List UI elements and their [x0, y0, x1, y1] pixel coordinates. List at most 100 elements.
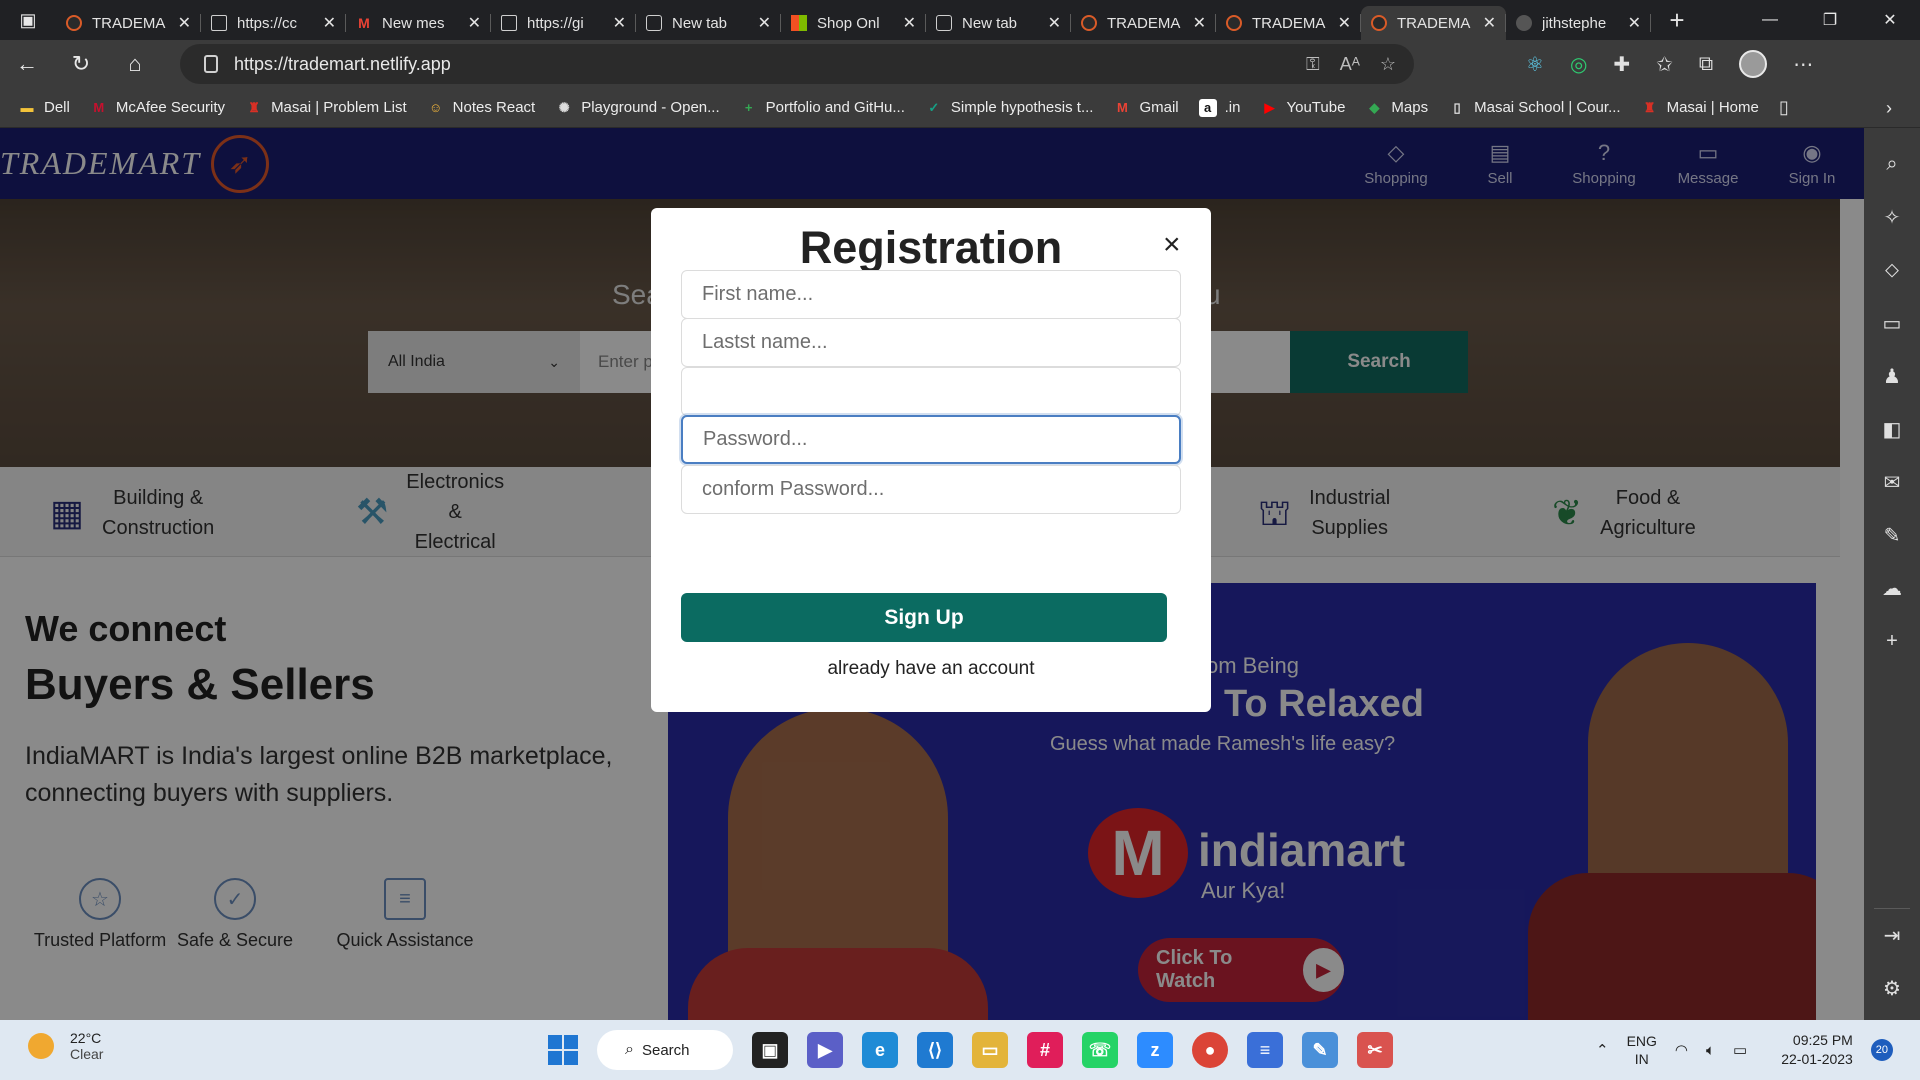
browser-tab[interactable]: New tab ✕ — [636, 6, 781, 40]
search-icon[interactable]: ⌕ — [1864, 138, 1920, 191]
profile-avatar[interactable] — [1739, 50, 1768, 78]
sign-up-button[interactable]: Sign Up — [681, 593, 1167, 642]
volume-icon[interactable]: 🔈︎ — [1706, 1042, 1715, 1059]
browser-tab[interactable]: M New mes ✕ — [346, 6, 491, 40]
cloud-icon[interactable]: ☁ — [1864, 562, 1920, 615]
add-icon[interactable]: + — [1864, 615, 1920, 668]
bookmark-item[interactable]: + Portfolio and GitHu... — [740, 99, 905, 117]
tab-close-icon[interactable]: ✕ — [758, 13, 771, 33]
snipping-tool-icon[interactable]: ✂ — [1357, 1032, 1393, 1068]
task-view-icon[interactable]: ▣ — [752, 1032, 788, 1068]
read-aloud-icon[interactable]: Aᴬ — [1340, 54, 1360, 75]
briefcase-icon[interactable]: ▭ — [1864, 297, 1920, 350]
sidebar-toggle-icon[interactable]: ⇥ — [1864, 909, 1920, 962]
react-devtools-icon[interactable]: ⚛ — [1526, 52, 1544, 77]
edge-icon[interactable]: e — [862, 1032, 898, 1068]
browser-tab[interactable]: https://cc ✕ — [201, 6, 346, 40]
more-menu-icon[interactable]: ⋯ — [1793, 52, 1813, 77]
browser-tab[interactable]: jithstephe ✕ — [1506, 6, 1651, 40]
notepad-icon[interactable]: ≡ — [1247, 1032, 1283, 1068]
tab-close-icon[interactable]: ✕ — [1483, 13, 1496, 33]
browser-tab[interactable]: TRADEMA ✕ — [56, 6, 201, 40]
back-icon[interactable]: ← — [0, 40, 54, 88]
close-window-icon[interactable]: ✕ — [1860, 0, 1920, 40]
whatsapp-icon[interactable]: ☏ — [1082, 1032, 1118, 1068]
chevron-right-icon[interactable]: › — [1886, 98, 1892, 119]
bookmark-page-icon[interactable]: ▯ — [1779, 97, 1789, 118]
home-icon[interactable]: ⌂ — [108, 40, 162, 88]
chevron-up-icon[interactable]: ⌃ — [1596, 1041, 1609, 1059]
tag-icon[interactable]: ⬦ — [1864, 244, 1920, 297]
tab-close-icon[interactable]: ✕ — [323, 13, 336, 33]
notification-badge[interactable]: 20 — [1870, 1039, 1893, 1061]
last-name-input[interactable] — [681, 318, 1181, 367]
new-tab-button[interactable]: + — [1657, 3, 1697, 37]
login-link[interactable]: already have an account — [651, 658, 1211, 680]
password-input[interactable] — [681, 415, 1181, 464]
browser-tab[interactable]: https://gi ✕ — [491, 6, 636, 40]
extension-green-icon[interactable]: ◎ — [1570, 52, 1587, 77]
wifi-icon[interactable]: ◠ — [1675, 1041, 1688, 1059]
browser-tab[interactable]: New tab ✕ — [926, 6, 1071, 40]
chrome-icon[interactable]: ● — [1192, 1032, 1228, 1068]
bookmark-item[interactable]: ▶ YouTube — [1260, 99, 1345, 117]
battery-icon[interactable]: ▭ — [1733, 1041, 1747, 1059]
minimize-icon[interactable]: — — [1740, 0, 1800, 40]
vscode-icon[interactable]: ⟨⟩ — [917, 1032, 953, 1068]
bookmark-item[interactable]: M Gmail — [1113, 99, 1179, 117]
bookmark-item[interactable]: ☺ Notes React — [427, 99, 535, 117]
tab-close-icon[interactable]: ✕ — [903, 13, 916, 33]
tab-close-icon[interactable]: ✕ — [613, 13, 626, 33]
tab-close-icon[interactable]: ✕ — [468, 13, 481, 33]
confirm-password-input[interactable] — [681, 465, 1181, 514]
tab-close-icon[interactable]: ✕ — [1048, 13, 1061, 33]
lock-icon[interactable] — [204, 55, 218, 73]
office-icon[interactable]: ◧ — [1864, 403, 1920, 456]
bookmark-item[interactable]: ✓ Simple hypothesis t... — [925, 99, 1093, 117]
drop-icon[interactable]: ✎ — [1864, 509, 1920, 562]
taskbar-search[interactable]: ⌕ Search — [597, 1030, 733, 1070]
tab-close-icon[interactable]: ✕ — [1193, 13, 1206, 33]
bookmark-item[interactable]: ♜ Masai | Home — [1641, 99, 1759, 117]
tab-close-icon[interactable]: ✕ — [1628, 13, 1641, 33]
paint-icon[interactable]: ✎ — [1302, 1032, 1338, 1068]
refresh-icon[interactable]: ↻ — [54, 40, 108, 88]
browser-tab[interactable]: Shop Onl ✕ — [781, 6, 926, 40]
bookmark-item[interactable]: ✺ Playground - Open... — [555, 99, 720, 117]
browser-tab[interactable]: TRADEMA ✕ — [1071, 6, 1216, 40]
collections-icon[interactable]: ⧉ — [1699, 53, 1713, 76]
key-icon[interactable]: ⚿ — [1306, 54, 1320, 75]
clock[interactable]: 09:25 PM 22-01-2023 — [1781, 1031, 1853, 1069]
extensions-icon[interactable]: ✚ — [1613, 52, 1630, 77]
language-indicator[interactable]: ENG IN — [1627, 1032, 1657, 1068]
file-explorer-icon[interactable]: ▭ — [972, 1032, 1008, 1068]
teams-icon[interactable]: ▶ — [807, 1032, 843, 1068]
bookmark-item[interactable]: ▬ Dell — [18, 99, 70, 117]
url-field[interactable]: https://trademart.netlify.app ⚿ Aᴬ ☆ — [180, 44, 1414, 84]
settings-icon[interactable]: ⚙ — [1864, 962, 1920, 1015]
restore-icon[interactable]: ❐ — [1800, 0, 1860, 40]
games-icon[interactable]: ♟ — [1864, 350, 1920, 403]
windows-start-icon[interactable] — [548, 1035, 578, 1065]
browser-tab[interactable]: TRADEMA ✕ — [1361, 6, 1506, 40]
discover-icon[interactable]: ✧ — [1864, 191, 1920, 244]
bookmark-item[interactable]: M McAfee Security — [90, 99, 225, 117]
favorites-icon[interactable]: ✩ — [1656, 52, 1673, 77]
tab-close-icon[interactable]: ✕ — [178, 13, 191, 33]
bookmark-item[interactable]: ▯ Masai School | Cour... — [1448, 99, 1621, 117]
first-name-input[interactable] — [681, 270, 1181, 319]
close-icon[interactable]: × — [1163, 228, 1181, 262]
outlook-icon[interactable]: ✉ — [1864, 456, 1920, 509]
bookmark-item[interactable]: a .in — [1198, 98, 1240, 117]
slack-icon[interactable]: # — [1027, 1032, 1063, 1068]
bookmark-item[interactable]: ♜ Masai | Problem List — [245, 99, 406, 117]
tab-close-icon[interactable]: ✕ — [1338, 13, 1351, 33]
zoom-icon[interactable]: z — [1137, 1032, 1173, 1068]
weather-widget[interactable]: 22°C Clear — [28, 1030, 103, 1062]
plus-icon: + — [744, 100, 753, 115]
favorite-add-icon[interactable]: ☆ — [1380, 54, 1396, 75]
browser-tab[interactable]: TRADEMA ✕ — [1216, 6, 1361, 40]
bookmark-item[interactable]: ◆ Maps — [1365, 99, 1428, 117]
email-input[interactable] — [681, 367, 1181, 416]
tab-actions-icon[interactable]: ▣ — [0, 0, 56, 40]
